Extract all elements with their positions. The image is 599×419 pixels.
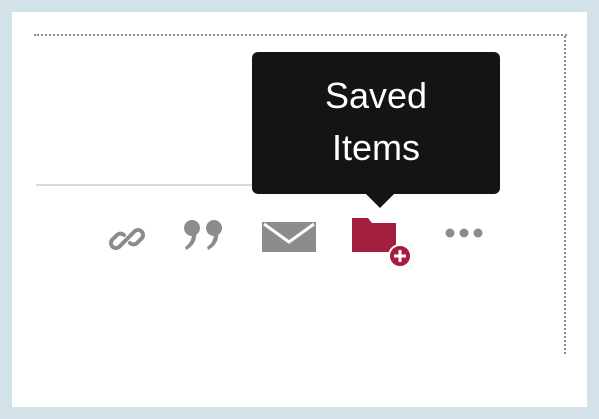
- tooltip-pointer: [364, 192, 396, 208]
- dotted-border-top: [34, 34, 567, 36]
- link-icon[interactable]: [108, 220, 146, 258]
- email-icon[interactable]: [262, 222, 316, 252]
- saved-items-folder-icon[interactable]: [350, 212, 414, 268]
- saved-items-tooltip: Saved Items: [252, 52, 500, 194]
- panel: Saved Items: [12, 12, 587, 407]
- divider-line: [36, 184, 274, 186]
- quote-icon[interactable]: [182, 218, 226, 256]
- more-icon[interactable]: [444, 226, 484, 240]
- dotted-border-right: [564, 36, 566, 354]
- tooltip-line-1: Saved: [324, 75, 428, 116]
- tooltip-line-2: Items: [331, 127, 420, 168]
